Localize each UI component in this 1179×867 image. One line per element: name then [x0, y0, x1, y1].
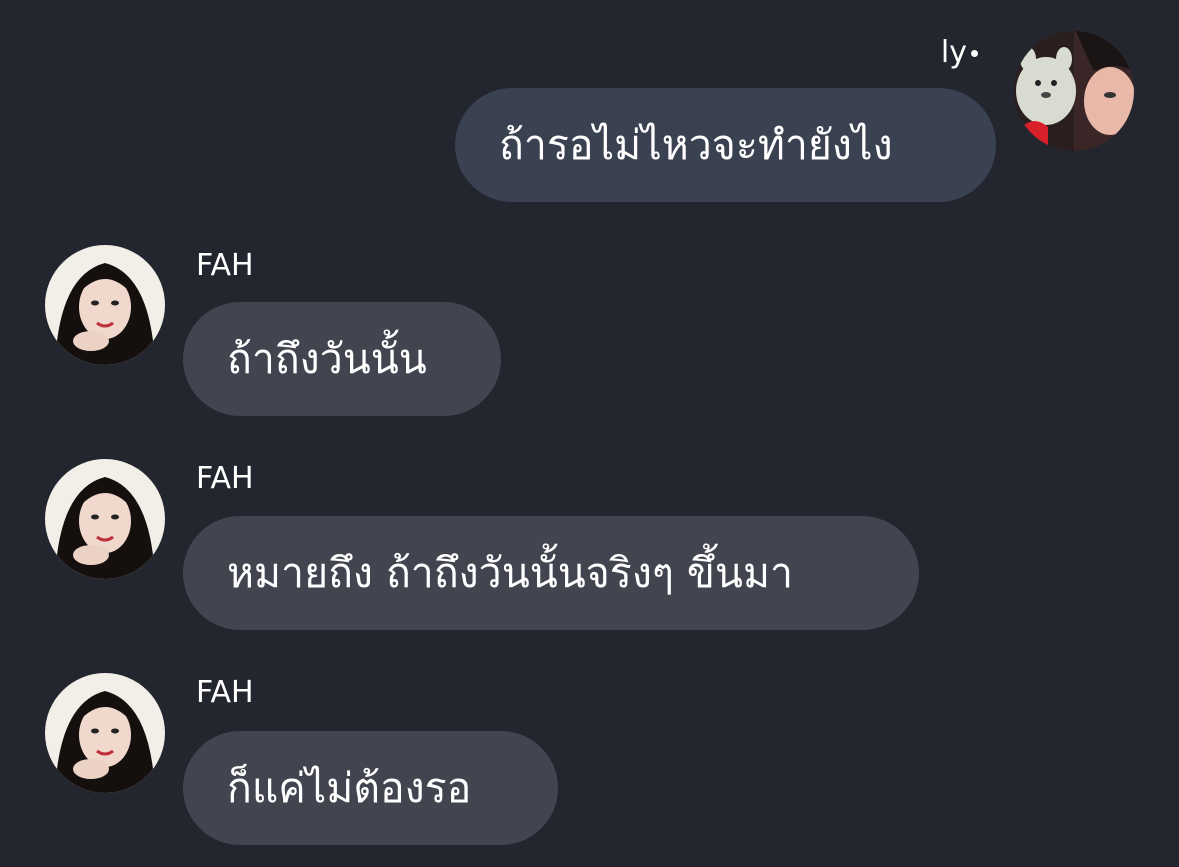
message-text: ถ้าถึงวันนั้น [227, 335, 427, 383]
message-text: ถ้ารอไม่ไหวจะทำยังไง [499, 121, 893, 169]
message-bubble-incoming[interactable]: หมายถึง ถ้าถึงวันนั้นจริงๆ ขึ้นมา [183, 516, 919, 630]
sender-dot [971, 50, 978, 57]
avatar-ly-image [1014, 31, 1134, 151]
avatar-fah-image [45, 673, 165, 793]
sender-name-fah: FAH [196, 675, 254, 710]
avatar-fah[interactable] [45, 459, 165, 579]
avatar-fah-image [45, 245, 165, 365]
sender-name-label: ly [940, 35, 967, 70]
avatar-ly[interactable] [1014, 31, 1134, 151]
avatar-fah-image [45, 459, 165, 579]
message-bubble-incoming[interactable]: ถ้าถึงวันนั้น [183, 302, 501, 416]
sender-name-ly: ly [941, 36, 978, 70]
sender-name-fah: FAH [196, 461, 254, 496]
avatar-fah[interactable] [45, 245, 165, 365]
message-bubble-outgoing[interactable]: ถ้ารอไม่ไหวจะทำยังไง [455, 88, 996, 202]
sender-name-fah: FAH [196, 248, 254, 283]
chat-thread: ly ถ้ารอไม่ไหวจะทำยังไง FAH ถ้าถึงวันนั้… [0, 0, 1179, 867]
message-text: หมายถึง ถ้าถึงวันนั้นจริงๆ ขึ้นมา [227, 549, 793, 597]
message-bubble-incoming[interactable]: ก็แค่ไม่ต้องรอ [183, 731, 558, 845]
message-text: ก็แค่ไม่ต้องรอ [227, 764, 472, 812]
avatar-fah[interactable] [45, 673, 165, 793]
